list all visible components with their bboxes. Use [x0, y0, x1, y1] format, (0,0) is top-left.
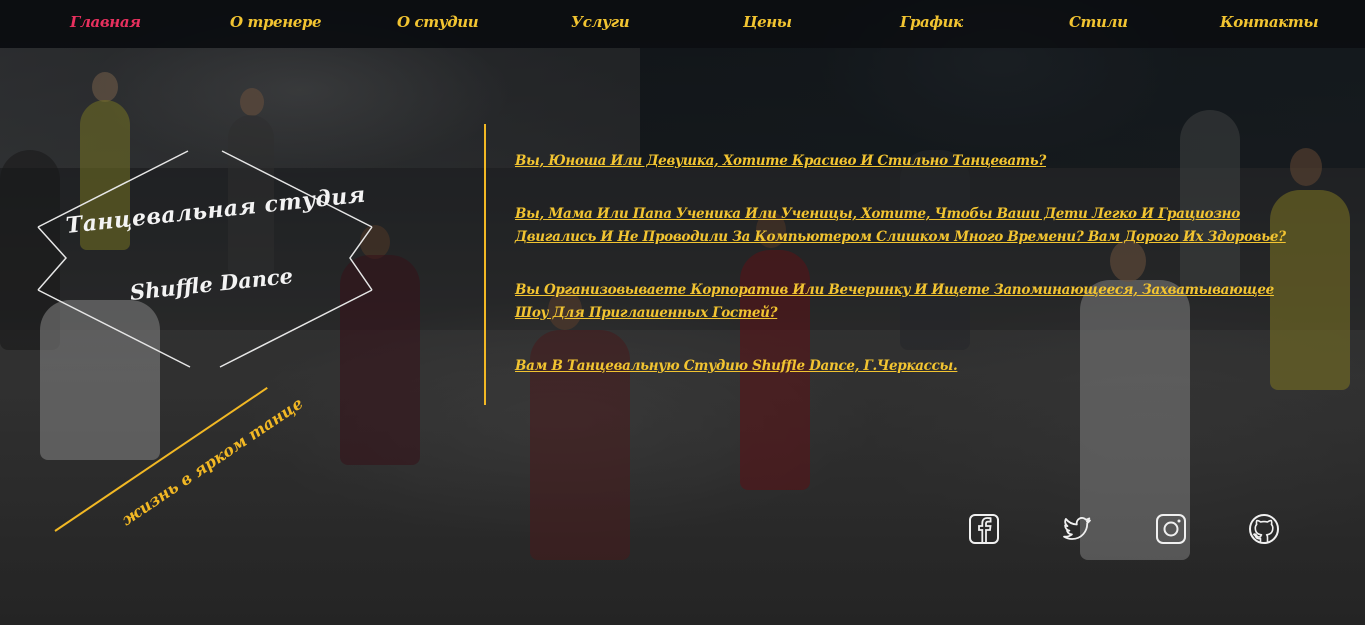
studio-logo: Танцевальная студия Shuffle Dance [30, 145, 380, 375]
nav-contacts[interactable]: Контакты [1220, 13, 1319, 31]
instagram-icon[interactable] [1153, 511, 1189, 547]
facebook-icon[interactable] [966, 511, 1002, 547]
social-links [966, 511, 1286, 551]
nav-about-studio[interactable]: О студии [397, 13, 479, 31]
intro-content: Вы, Юноша Или Девушка, Хотите Красиво И … [515, 150, 1305, 408]
github-icon[interactable] [1246, 511, 1282, 547]
nav-prices[interactable]: Цены [743, 13, 792, 31]
nav-schedule[interactable]: График [900, 13, 963, 31]
hexagon-frame-icon [37, 150, 373, 368]
nav-styles[interactable]: Стили [1069, 13, 1128, 31]
page: Главная О тренере О студии Услуги Цены Г… [0, 0, 1365, 625]
nav-about-trainer[interactable]: О тренере [230, 13, 322, 31]
content-divider [484, 124, 486, 405]
intro-link-corporate[interactable]: Вы Организовываете Корпоратив Или Вечери… [515, 279, 1305, 325]
intro-link-parents[interactable]: Вы, Мама Или Папа Ученика Или Ученицы, Х… [515, 203, 1305, 249]
nav-services[interactable]: Услуги [571, 13, 630, 31]
intro-link-youth[interactable]: Вы, Юноша Или Девушка, Хотите Красиво И … [515, 150, 1305, 173]
main-navigation: Главная О тренере О студии Услуги Цены Г… [0, 0, 1365, 48]
twitter-icon[interactable] [1059, 511, 1095, 547]
intro-link-studio[interactable]: Вам В Танцевальную Студию Shuffle Dance,… [515, 355, 1305, 378]
nav-home[interactable]: Главная [70, 13, 141, 31]
